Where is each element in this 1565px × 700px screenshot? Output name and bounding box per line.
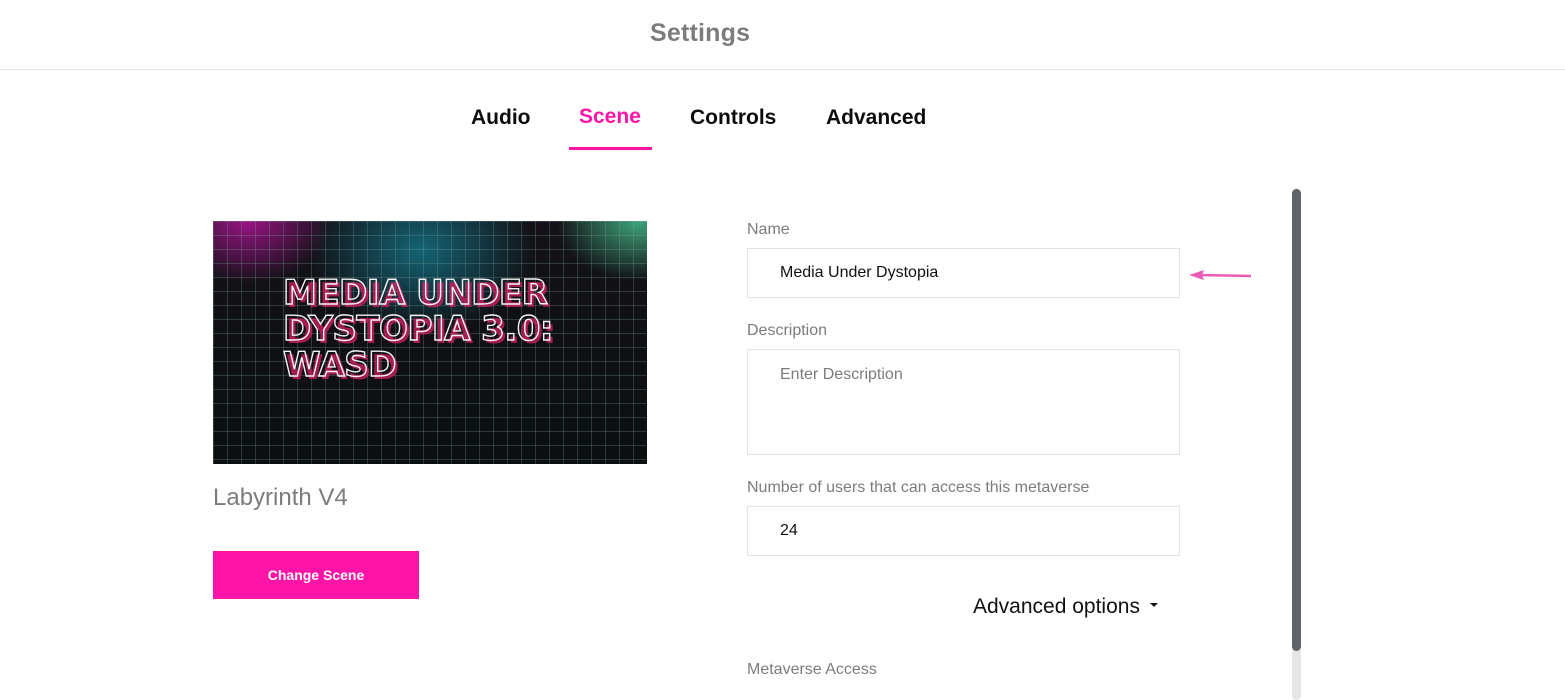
scene-thumbnail: MEDIA UNDER DYSTOPIA 3.0: WASD xyxy=(213,221,647,464)
tab-advanced[interactable]: Advanced xyxy=(826,106,926,130)
tab-audio[interactable]: Audio xyxy=(471,106,530,130)
advanced-options-label: Advanced options xyxy=(973,595,1140,618)
description-label: Description xyxy=(747,322,828,339)
users-count-input[interactable] xyxy=(747,506,1180,556)
header: Settings xyxy=(0,0,1565,70)
tab-scene[interactable]: Scene xyxy=(579,105,641,129)
users-label: Number of users that can access this met… xyxy=(747,479,1090,496)
page-title: Settings xyxy=(650,19,751,47)
change-scene-button[interactable]: Change Scene xyxy=(213,551,419,599)
name-input[interactable] xyxy=(747,248,1180,298)
description-textarea[interactable] xyxy=(747,349,1180,455)
settings-tabs: Audio Scene Controls Advanced xyxy=(0,100,1565,152)
arrow-left-icon xyxy=(1189,270,1252,280)
thumbnail-title: MEDIA UNDER DYSTOPIA 3.0: WASD xyxy=(282,273,554,385)
active-tab-indicator xyxy=(569,147,652,150)
tab-controls[interactable]: Controls xyxy=(690,106,776,130)
advanced-options-toggle[interactable]: Advanced options xyxy=(973,595,1158,619)
name-label: Name xyxy=(747,221,790,238)
caret-down-icon xyxy=(1149,603,1158,607)
scene-name: Labyrinth V4 xyxy=(213,484,348,511)
metaverse-access-label: Metaverse Access xyxy=(747,661,877,678)
scrollbar-thumb[interactable] xyxy=(1292,189,1301,651)
